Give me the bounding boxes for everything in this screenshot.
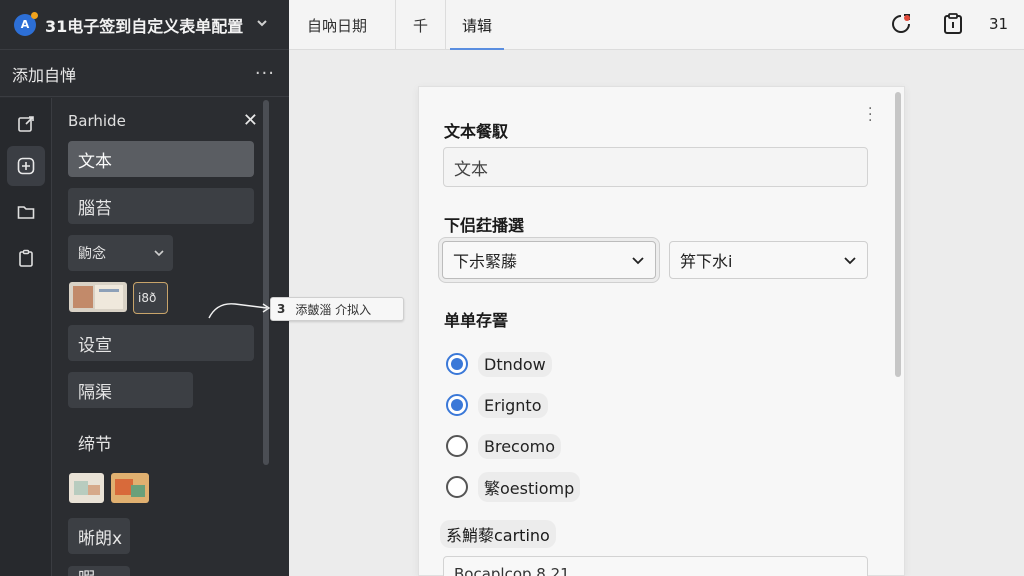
panel-bar: 添加自惮 ··· (0, 51, 289, 97)
tab-divider (395, 0, 396, 50)
chevron-down-icon (632, 257, 644, 265)
image-thumbnail[interactable] (69, 473, 104, 503)
text-input[interactable]: 文本 (443, 147, 868, 187)
rail-clipboard-button[interactable] (7, 238, 45, 278)
drag-hint: 3 添皼淄 介拟入 (270, 297, 404, 321)
component-item[interactable]: 暇 (68, 566, 130, 576)
tab-qian[interactable]: 千 (413, 0, 428, 50)
component-item[interactable]: 腦苔 (68, 188, 254, 224)
field-label: 文本餐馭 (444, 122, 509, 141)
image-thumbnail[interactable] (69, 282, 127, 312)
drag-arrow-icon (208, 303, 271, 319)
rail-edit-button[interactable] (7, 104, 45, 144)
edit-icon (18, 116, 34, 132)
text-input[interactable]: Bocaplcop 8 21 (443, 556, 868, 576)
rail-add-button[interactable] (7, 146, 45, 186)
clipboard-icon[interactable] (941, 12, 965, 36)
field-label: 下侣荭播選 (444, 216, 525, 235)
component-scrollbar[interactable] (263, 100, 269, 465)
top-bar (289, 0, 1024, 50)
radio-option[interactable]: Erignto (446, 391, 548, 419)
history-icon[interactable] (889, 12, 913, 36)
radio-button[interactable] (446, 394, 468, 416)
select-dropdown[interactable]: 下尗緊藤 (442, 241, 656, 279)
folder-icon (17, 206, 35, 219)
close-icon[interactable]: ✕ (243, 110, 258, 131)
form-scrollbar[interactable] (895, 92, 901, 377)
panel-title: 添加自惮 (12, 65, 77, 85)
radio-option[interactable]: Brecomo (446, 432, 562, 460)
rail-folder-button[interactable] (7, 192, 45, 232)
chevron-down-icon (844, 257, 856, 265)
chevron-down-icon (154, 250, 164, 257)
select-dropdown[interactable]: 笄下水i (669, 241, 868, 279)
radio-option[interactable]: 繁oestiomp (446, 472, 581, 502)
more-vertical-icon[interactable]: · · · (868, 102, 874, 128)
app-logo: A (14, 11, 38, 36)
field-label: 单单存罯 (444, 311, 509, 330)
add-icon (17, 157, 35, 175)
tab-edit[interactable]: 请辑 (450, 0, 505, 50)
component-item[interactable]: 鼩念 (68, 235, 173, 271)
component-item[interactable]: 缔节 (68, 424, 123, 460)
top-counter: 31 (989, 15, 1009, 33)
field-label: 系鮹藜cartino (440, 520, 556, 548)
tab-divider (445, 0, 446, 50)
app-header[interactable]: A 31电子签到自定义表单配置 (0, 0, 289, 50)
app-title: 31电子签到自定义表单配置 (45, 16, 244, 36)
component-panel-header: Barhide ✕ (68, 110, 258, 131)
chevron-down-icon[interactable] (255, 16, 269, 34)
radio-button[interactable] (446, 353, 468, 375)
component-item[interactable]: 设宣 (68, 325, 254, 361)
more-icon[interactable]: ··· (255, 63, 275, 84)
tab-date[interactable]: 自吶日期 (307, 0, 367, 50)
component-item[interactable]: 文本 (68, 141, 254, 177)
component-item[interactable]: i8ð (133, 282, 168, 314)
component-item[interactable]: 晰朗x (68, 518, 130, 554)
left-panel: A 31电子签到自定义表单配置 添加自惮 ··· Barhide ✕ 文本 腦苔… (0, 0, 289, 576)
image-thumbnail[interactable] (111, 473, 149, 503)
radio-option[interactable]: Dtndow (446, 350, 552, 378)
tool-rail (0, 98, 52, 576)
radio-button[interactable] (446, 435, 468, 457)
clipboard-icon (19, 249, 33, 267)
component-item[interactable]: 隔渠 (68, 372, 193, 408)
component-panel-title: Barhide (68, 111, 126, 130)
radio-button[interactable] (446, 476, 468, 498)
